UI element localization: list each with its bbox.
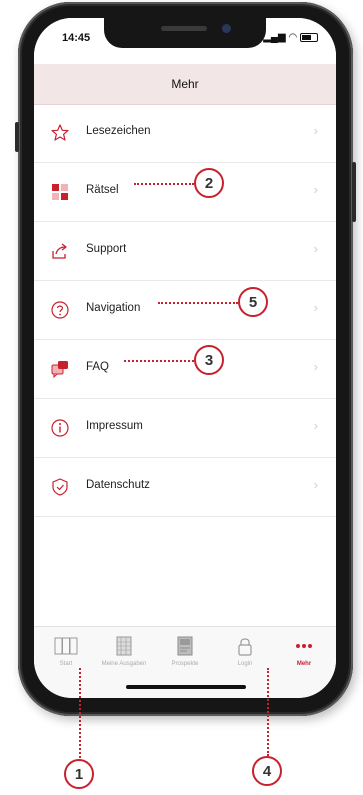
tab-label: Login [237, 661, 253, 667]
status-time: 14:45 [62, 32, 91, 44]
home-indicator [126, 685, 246, 689]
puzzle-icon [52, 184, 68, 200]
menu-item-lesezeichen[interactable]: Lesezeichen › [34, 104, 336, 163]
tab-meine-ausgaben[interactable]: Meine Ausgaben [96, 635, 152, 667]
callout-5: 5 [238, 287, 268, 317]
info-circle-icon [51, 419, 69, 437]
callout-line-3 [124, 360, 194, 362]
star-icon [51, 124, 69, 141]
lock-icon [238, 638, 252, 656]
page-title: Mehr [171, 77, 199, 91]
side-button-right [352, 162, 356, 222]
callout-4: 4 [252, 756, 282, 786]
chevron-right-icon: › [313, 123, 318, 138]
more-dots-icon [296, 644, 312, 648]
chevron-right-icon: › [313, 241, 318, 256]
menu-label: Navigation [86, 302, 141, 314]
shield-icon [52, 478, 68, 496]
chevron-right-icon: › [313, 418, 318, 433]
tab-label: Prospekte [171, 661, 199, 667]
menu-label: Datenschutz [86, 479, 150, 491]
menu-item-raetsel[interactable]: Rätsel › [34, 163, 336, 222]
phone-screen: 14:45 ▂▄▆ ◠ Mehr Lesezeichen › Rätsel › … [34, 18, 336, 698]
page-header: Mehr [34, 64, 336, 105]
callout-3: 3 [194, 345, 224, 375]
menu-item-impressum[interactable]: Impressum › [34, 399, 336, 458]
callout-line-4 [267, 668, 269, 756]
battery-icon [300, 32, 318, 42]
menu-label: Rätsel [86, 184, 119, 196]
menu-label: FAQ [86, 361, 110, 373]
grid-icon [116, 636, 132, 656]
notch [104, 18, 266, 48]
speaker [161, 26, 207, 31]
callout-1: 1 [64, 759, 94, 789]
tab-label: Meine Ausgaben [101, 661, 147, 667]
tab-login[interactable]: Login [217, 635, 273, 667]
menu-list: Lesezeichen › Rätsel › Support › Navigat… [34, 104, 336, 517]
wifi-icon: ◠ [288, 32, 298, 43]
front-camera [222, 24, 231, 33]
callout-line-5 [158, 302, 238, 304]
menu-item-faq[interactable]: FAQ › [34, 340, 336, 399]
menu-item-datenschutz[interactable]: Datenschutz › [34, 458, 336, 517]
status-icons: ▂▄▆ ◠ [263, 32, 318, 43]
menu-label: Support [86, 243, 127, 255]
tab-label: Mehr [296, 661, 312, 667]
menu-label: Lesezeichen [86, 125, 151, 137]
tab-mehr[interactable]: Mehr [276, 635, 332, 667]
menu-item-support[interactable]: Support › [34, 222, 336, 281]
menu-item-navigation[interactable]: Navigation › [34, 281, 336, 340]
callout-2: 2 [194, 168, 224, 198]
question-circle-icon [51, 301, 69, 319]
tab-start[interactable]: Start [38, 635, 94, 667]
chevron-right-icon: › [313, 182, 318, 197]
side-button-left [15, 122, 19, 152]
status-bar: 14:45 ▂▄▆ ◠ [34, 18, 336, 64]
chevron-right-icon: › [313, 359, 318, 374]
menu-label: Impressum [86, 420, 143, 432]
tab-prospekte[interactable]: Prospekte [157, 635, 213, 667]
brochure-icon [177, 636, 193, 656]
callout-line-2 [134, 183, 194, 185]
pages-icon [54, 637, 78, 655]
chevron-right-icon: › [313, 477, 318, 492]
chevron-right-icon: › [313, 300, 318, 315]
chat-bubbles-icon [51, 361, 68, 379]
tab-label: Start [59, 661, 73, 667]
share-icon [52, 243, 67, 259]
callout-line-1 [79, 668, 81, 758]
signal-icon: ▂▄▆ [263, 32, 286, 43]
